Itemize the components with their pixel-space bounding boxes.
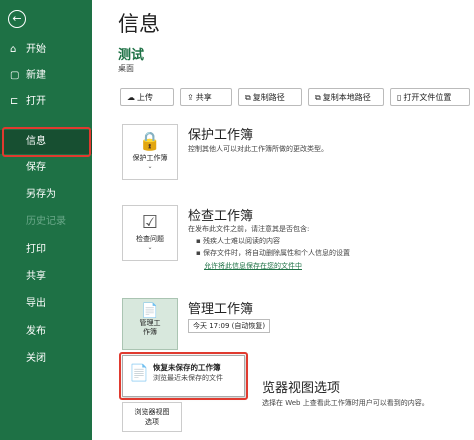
nav-item-publish[interactable]: 发布 bbox=[0, 320, 92, 344]
lock-icon: 🔒 bbox=[138, 131, 162, 152]
browser-options-title: 览器视图选项 bbox=[262, 381, 341, 396]
copy-path-button[interactable]: ⧉ 复制路径 bbox=[238, 88, 302, 106]
nav-label: 共享 bbox=[26, 271, 46, 282]
manage-title: 管理工作簿 bbox=[188, 302, 254, 317]
autosave-version[interactable]: 今天 17:09 (自动恢复) bbox=[188, 319, 271, 333]
nav-item-open[interactable]: ⊏ 打开 bbox=[0, 90, 92, 114]
protect-description: 控制其他人可以对此工作簿所做的更改类型。 bbox=[188, 145, 328, 153]
share-button[interactable]: ⇪ 共享 bbox=[180, 88, 232, 106]
inspect-bullet: ▪ 保存文件时，将自动删除属性和个人信息的设置 bbox=[196, 249, 350, 257]
copy-local-path-button[interactable]: ⧉ 复制本地路径 bbox=[308, 88, 384, 106]
copy-icon: ⧉ bbox=[315, 93, 321, 102]
info-highlight-box bbox=[2, 127, 91, 157]
nav-item-save-as[interactable]: 另存为 bbox=[0, 183, 92, 207]
protect-workbook-card[interactable]: 🔒 保护工作簿 ⌄ bbox=[122, 124, 178, 180]
inspect-card[interactable]: ☑ 检查问题 ⌄ bbox=[122, 205, 178, 261]
button-label: 复制本地路径 bbox=[322, 93, 371, 102]
manage-workbook-card[interactable]: 📄 管理工 作簿 bbox=[122, 298, 178, 350]
nav-item-new[interactable]: ▢ 新建 bbox=[0, 64, 92, 88]
button-label: 打开文件位置 bbox=[403, 93, 452, 102]
nav-label: 发布 bbox=[26, 326, 46, 337]
card-label-line1: 管理工 bbox=[139, 319, 161, 327]
page-title: 信息 bbox=[118, 12, 160, 36]
button-label: 上传 bbox=[137, 93, 153, 102]
bullet-text: 保存文件时，将自动删除属性和个人信息的设置 bbox=[202, 249, 350, 257]
nav-label: 新建 bbox=[26, 70, 46, 81]
open-file-location-button[interactable]: ▯ 打开文件位置 bbox=[390, 88, 470, 106]
inspect-bullet: ▪ 残疾人士难以阅读的内容 bbox=[196, 237, 280, 245]
recover-highlight-box bbox=[119, 352, 248, 400]
nav-item-history: 历史记录 bbox=[0, 210, 92, 234]
browser-view-options-card[interactable]: 浏览器视图 选项 bbox=[122, 402, 182, 432]
inspect-description: 在发布此文件之前，请注意其是否包含: bbox=[188, 225, 310, 233]
inspect-document-icon: ☑ bbox=[141, 212, 159, 233]
copy-icon: ⧉ bbox=[245, 93, 251, 102]
back-arrow-icon[interactable]: ← bbox=[8, 10, 26, 28]
nav-label: 另存为 bbox=[26, 189, 56, 200]
card-label-line2: 选项 bbox=[145, 418, 159, 426]
document-name: 测试 bbox=[118, 48, 145, 63]
card-label: 检查问题 bbox=[136, 235, 164, 243]
home-icon: ⌂ bbox=[10, 44, 17, 55]
nav-label: 开始 bbox=[26, 44, 46, 55]
nav-item-print[interactable]: 打印 bbox=[0, 238, 92, 262]
nav-item-save[interactable]: 保存 bbox=[0, 156, 92, 180]
upload-button[interactable]: ☁ 上传 bbox=[120, 88, 174, 106]
nav-item-close[interactable]: 关闭 bbox=[0, 347, 92, 371]
folder-icon: ⊏ bbox=[10, 96, 19, 107]
new-document-icon: ▢ bbox=[10, 70, 20, 81]
card-label-line2: 作簿 bbox=[143, 328, 157, 336]
nav-label: 导出 bbox=[26, 298, 46, 309]
nav-item-home[interactable]: ⌂ 开始 bbox=[0, 38, 92, 62]
share-icon: ⇪ bbox=[187, 93, 194, 102]
bullet-text: 残疾人士难以阅读的内容 bbox=[202, 237, 280, 245]
nav-label: 打印 bbox=[26, 244, 46, 255]
nav-label: 保存 bbox=[26, 162, 46, 173]
card-label: 保护工作簿 bbox=[132, 154, 168, 162]
document-icon: 📄 bbox=[141, 303, 159, 319]
backstage-sidebar: ← ⌂ 开始 ▢ 新建 ⊏ 打开 信息 保存 另存为 历史记录 打印 共享 导出… bbox=[0, 0, 92, 440]
nav-item-export[interactable]: 导出 bbox=[0, 292, 92, 316]
button-label: 复制路径 bbox=[252, 93, 285, 102]
button-label: 共享 bbox=[195, 93, 212, 102]
document-location: 桌面 bbox=[118, 64, 134, 73]
cloud-upload-icon: ☁ bbox=[127, 93, 135, 102]
nav-label: 打开 bbox=[26, 96, 46, 107]
browser-options-description: 选择在 Web 上查看此工作簿时用户可以看到的内容。 bbox=[262, 399, 429, 407]
nav-label: 历史记录 bbox=[26, 216, 66, 227]
chevron-down-icon: ⌄ bbox=[147, 163, 153, 170]
nav-label: 关闭 bbox=[26, 353, 46, 364]
folder-icon: ▯ bbox=[397, 93, 402, 102]
inspect-title: 检查工作簿 bbox=[188, 209, 254, 224]
card-label-line1: 浏览器视图 bbox=[134, 408, 170, 416]
nav-item-share[interactable]: 共享 bbox=[0, 265, 92, 289]
allow-save-info-link[interactable]: 允许将此信息保存在您的文件中 bbox=[204, 261, 302, 271]
protect-title: 保护工作簿 bbox=[188, 128, 254, 143]
chevron-down-icon: ⌄ bbox=[147, 244, 153, 251]
